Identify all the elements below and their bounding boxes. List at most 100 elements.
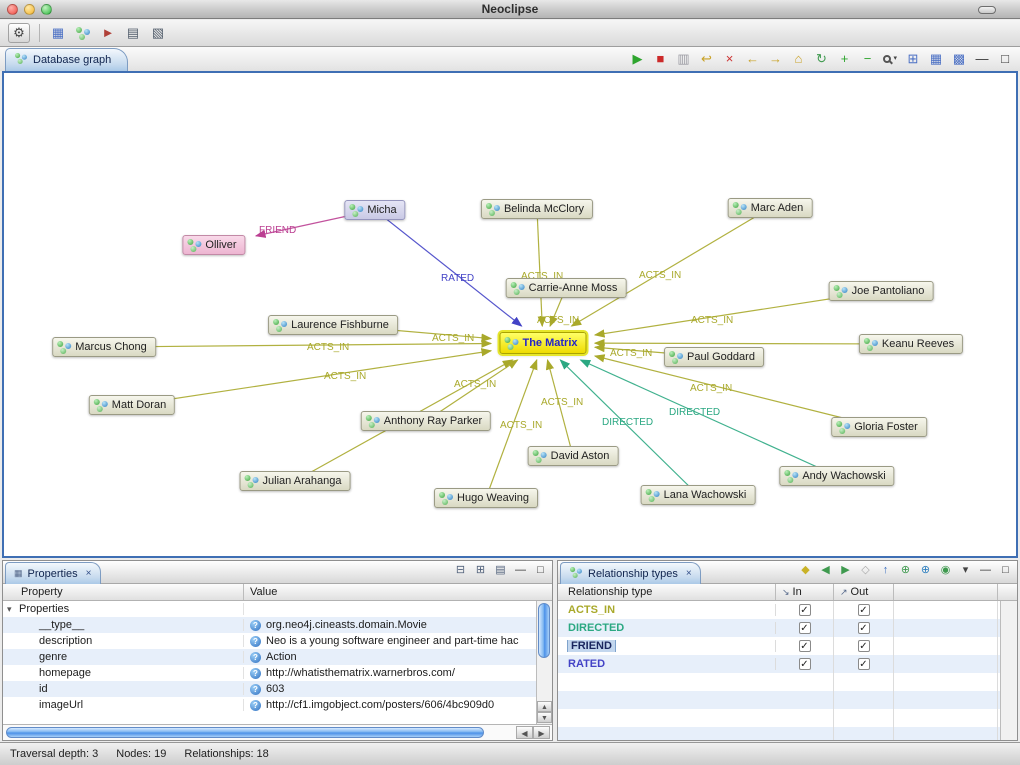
minimize-icon[interactable]: —: [973, 50, 991, 68]
property-row[interactable]: homepagehttp://whatisthematrix.warnerbro…: [3, 665, 536, 681]
graph-node-olliver[interactable]: Olliver: [182, 235, 245, 255]
graph-node-hugo[interactable]: Hugo Weaving: [434, 488, 538, 508]
graph-node-carrie[interactable]: Carrie-Anne Moss: [506, 278, 627, 298]
toolbar-toggle-button[interactable]: [978, 6, 996, 14]
table-view-icon[interactable]: ▦: [49, 24, 67, 42]
zoom-icon[interactable]: ▾: [881, 50, 899, 68]
decorate-relationships-icon[interactable]: ▤: [124, 24, 142, 42]
graph-node-julian[interactable]: Julian Arahanga: [240, 471, 351, 491]
column-header-property[interactable]: Property: [3, 584, 244, 600]
mark-end-nodes-icon[interactable]: ▶: [838, 563, 853, 578]
relationship-row[interactable]: RATED✓✓: [558, 655, 1000, 673]
in-checkbox[interactable]: ✓: [799, 622, 811, 634]
close-icon[interactable]: ×: [86, 568, 92, 579]
add-node-icon[interactable]: ◉: [938, 563, 953, 578]
graph-view-icon[interactable]: [74, 24, 92, 42]
graph-node-micha[interactable]: Micha: [344, 200, 405, 220]
scroll-up-button[interactable]: ▲: [537, 701, 552, 712]
graph-node-gloria[interactable]: Gloria Foster: [831, 417, 927, 437]
graph-node-paul[interactable]: Paul Goddard: [664, 347, 764, 367]
tree-expander-icon[interactable]: ▾: [7, 604, 12, 615]
decorate-nodes-icon[interactable]: ▧: [149, 24, 167, 42]
scroll-down-button[interactable]: ▼: [537, 712, 552, 723]
tree-mode-icon[interactable]: ⊟: [453, 563, 468, 578]
delete-icon[interactable]: ×: [720, 50, 738, 68]
relationship-row[interactable]: FRIEND✓✓: [558, 637, 1000, 655]
close-icon[interactable]: ×: [686, 568, 692, 579]
property-value-text: http://whatisthematrix.warnerbros.com/: [266, 667, 455, 679]
property-row[interactable]: genreAction: [3, 649, 536, 665]
revert-icon[interactable]: ↩: [697, 50, 715, 68]
add-incoming-icon[interactable]: ↑: [878, 563, 893, 578]
graph-node-andy[interactable]: Andy Wachowski: [779, 466, 894, 486]
view-menu-icon[interactable]: ▾: [958, 563, 973, 578]
stop-icon[interactable]: ■: [651, 50, 669, 68]
relationship-row[interactable]: ACTS_IN✓✓: [558, 601, 1000, 619]
back-icon[interactable]: ←: [743, 50, 761, 68]
maximize-icon[interactable]: □: [998, 563, 1013, 578]
increase-depth-icon[interactable]: +: [835, 50, 853, 68]
clear-marks-icon[interactable]: ◇: [858, 563, 873, 578]
graph-node-matrix[interactable]: The Matrix: [499, 332, 586, 354]
tab-properties[interactable]: ▦ Properties ×: [5, 562, 101, 584]
graph-node-laurence[interactable]: Laurence Fishburne: [268, 315, 398, 335]
properties-group-row[interactable]: ▾ Properties: [3, 601, 536, 617]
out-checkbox[interactable]: ✓: [858, 658, 870, 670]
column-header-in[interactable]: ↘ In: [776, 584, 834, 600]
pin-selection-icon[interactable]: ⊞: [473, 563, 488, 578]
table-mode-icon[interactable]: ▤: [493, 563, 508, 578]
graph-node-anthony[interactable]: Anthony Ray Parker: [361, 411, 491, 431]
add-relationship-type-icon[interactable]: ⊕: [918, 563, 933, 578]
maximize-icon[interactable]: □: [533, 563, 548, 578]
run-icon[interactable]: ▶: [628, 50, 646, 68]
scroll-right-button[interactable]: ▶: [533, 726, 550, 739]
decrease-depth-icon[interactable]: −: [858, 50, 876, 68]
property-row[interactable]: id603: [3, 681, 536, 697]
column-header-out[interactable]: ↗ Out: [834, 584, 894, 600]
property-row[interactable]: descriptionNeo is a young software engin…: [3, 633, 536, 649]
relationship-row[interactable]: DIRECTED✓✓: [558, 619, 1000, 637]
mark-start-nodes-icon[interactable]: ◀: [818, 563, 833, 578]
minimize-icon[interactable]: —: [978, 563, 993, 578]
column-header-value[interactable]: Value: [244, 584, 552, 600]
property-row[interactable]: __type__org.neo4j.cineasts.domain.Movie: [3, 617, 536, 633]
graph-node-marcus[interactable]: Marcus Chong: [52, 337, 156, 357]
graph-node-joe[interactable]: Joe Pantoliano: [829, 281, 934, 301]
layout-tree-icon[interactable]: ▦: [927, 50, 945, 68]
graph-node-lana[interactable]: Lana Wachowski: [641, 485, 756, 505]
home-icon[interactable]: ⌂: [789, 50, 807, 68]
add-outgoing-icon[interactable]: ⊕: [898, 563, 913, 578]
mark-relationships-icon[interactable]: ◆: [798, 563, 813, 578]
graph-canvas[interactable]: FRIENDRATEDACTS_INACTS_INACTS_INACTS_INA…: [2, 71, 1018, 558]
refresh-icon[interactable]: ↻: [812, 50, 830, 68]
graph-node-marcaden[interactable]: Marc Aden: [728, 198, 813, 218]
properties-tab-label: Properties: [28, 568, 78, 580]
minimize-icon[interactable]: —: [513, 563, 528, 578]
horizontal-scroll-thumb[interactable]: [6, 727, 484, 738]
graph-node-matt[interactable]: Matt Doran: [89, 395, 175, 415]
relationship-table-header: Relationship type ↘ In ↗ Out: [558, 584, 1017, 601]
out-checkbox[interactable]: ✓: [858, 622, 870, 634]
scroll-left-button[interactable]: ◀: [516, 726, 533, 739]
column-header-relationship-type[interactable]: Relationship type: [558, 584, 776, 600]
in-checkbox[interactable]: ✓: [799, 658, 811, 670]
out-checkbox[interactable]: ✓: [858, 604, 870, 616]
preferences-icon[interactable]: ⚙: [8, 23, 30, 43]
save-icon[interactable]: ▥: [674, 50, 692, 68]
layout-radial-icon[interactable]: ▩: [950, 50, 968, 68]
forward-icon[interactable]: →: [766, 50, 784, 68]
in-checkbox[interactable]: ✓: [799, 604, 811, 616]
launch-icon[interactable]: ►: [99, 24, 117, 42]
layout-grid-icon[interactable]: ⊞: [904, 50, 922, 68]
tab-relationship-types[interactable]: Relationship types ×: [560, 562, 701, 584]
in-checkbox[interactable]: ✓: [799, 640, 811, 652]
graph-node-keanu[interactable]: Keanu Reeves: [859, 334, 963, 354]
graph-node-david[interactable]: David Aston: [528, 446, 619, 466]
graph-node-layer: The Matrix Micha Olliver Belinda McClory Mar…: [4, 73, 1016, 556]
tab-database-graph[interactable]: Database graph: [5, 48, 128, 71]
graph-node-belinda[interactable]: Belinda McClory: [481, 199, 593, 219]
maximize-icon[interactable]: □: [996, 50, 1014, 68]
property-row[interactable]: imageUrlhttp://cf1.imgobject.com/posters…: [3, 697, 536, 713]
out-checkbox[interactable]: ✓: [858, 640, 870, 652]
vertical-scroll-thumb[interactable]: [538, 603, 550, 658]
